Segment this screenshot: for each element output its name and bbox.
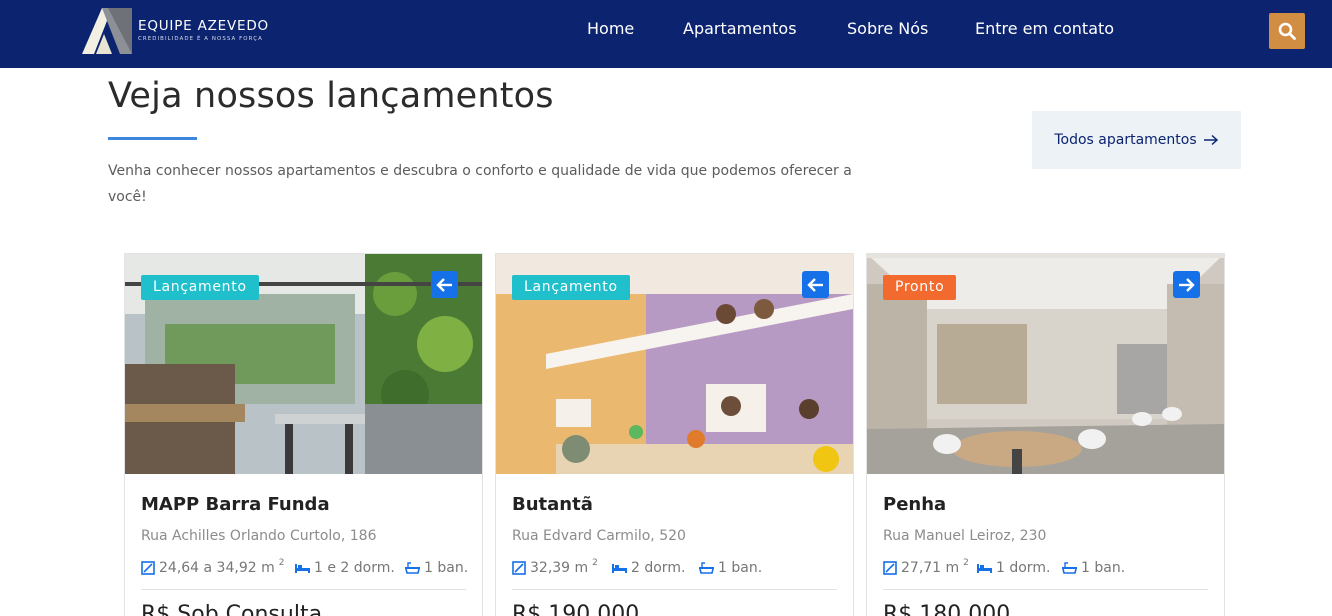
arrow-right-icon (1179, 277, 1195, 292)
search-button[interactable] (1269, 13, 1305, 49)
spec-rooms: 2 dorm. (612, 557, 685, 579)
logo-name: EQUIPE AZEVEDO (138, 18, 269, 34)
property-specs: 27,71 m2 1 dorm. 1 ban. (883, 557, 1213, 579)
all-apartments-button[interactable]: Todos apartamentos (1032, 111, 1241, 169)
property-photo[interactable]: Lançamento (125, 254, 482, 474)
property-photo[interactable]: Pronto (867, 254, 1224, 474)
spec-area: 24,64 a 34,92 m2 (141, 557, 284, 579)
bathtub-icon (699, 562, 714, 574)
all-apartments-label: Todos apartamentos (1054, 132, 1197, 148)
status-badge: Lançamento (512, 275, 630, 300)
logo-tagline: CREDIBILIDADE É A NOSSA FORÇA (138, 36, 263, 42)
property-name[interactable]: MAPP Barra Funda (141, 494, 330, 515)
logo-mark-icon (82, 8, 132, 54)
bed-icon (977, 564, 992, 573)
area-unit-sup: 2 (963, 558, 969, 568)
carousel-next-button[interactable] (1173, 271, 1200, 298)
property-card[interactable]: Lançamento Butantã Rua Edvard Carmilo, 5… (495, 253, 854, 616)
spec-baths: 1 ban. (699, 557, 762, 579)
property-photo[interactable]: Lançamento (496, 254, 853, 474)
bathtub-icon (405, 562, 420, 574)
property-specs: 32,39 m2 2 dorm. 1 ban. (512, 557, 842, 579)
property-address: Rua Manuel Leiroz, 230 (883, 528, 1047, 544)
rooms-value: 2 dorm. (631, 560, 686, 576)
property-price: R$ Sob Consulta (141, 602, 323, 616)
area-icon (883, 561, 897, 575)
spec-area: 27,71 m2 (883, 557, 969, 579)
property-specs: 24,64 a 34,92 m2 1 e 2 dorm. 1 ban. (141, 557, 471, 579)
carousel-prev-button[interactable] (431, 271, 458, 298)
site-header: EQUIPE AZEVEDO CREDIBILIDADE É A NOSSA F… (0, 0, 1332, 68)
baths-value: 1 ban. (424, 560, 469, 576)
spec-baths: 1 ban. (405, 557, 468, 579)
area-unit-sup: 2 (592, 558, 598, 568)
nav-contato[interactable]: Entre em contato (975, 19, 1114, 38)
logo[interactable]: EQUIPE AZEVEDO CREDIBILIDADE É A NOSSA F… (82, 6, 282, 56)
bed-icon (295, 564, 310, 573)
property-card[interactable]: Lançamento MAPP Barra Funda Rua Achilles… (124, 253, 483, 616)
property-address: Rua Achilles Orlando Curtolo, 186 (141, 528, 377, 544)
bed-icon (612, 564, 627, 573)
nav-sobre-nos[interactable]: Sobre Nós (847, 19, 928, 38)
spec-rooms: 1 e 2 dorm. (295, 557, 395, 579)
arrow-right-icon (1203, 134, 1218, 146)
area-unit-sup: 2 (278, 558, 285, 568)
arrow-left-icon (807, 277, 823, 292)
nav-apartamentos[interactable]: Apartamentos (683, 19, 797, 38)
area-icon (141, 561, 155, 575)
status-badge: Lançamento (141, 275, 259, 300)
area-value: 32,39 m (530, 560, 589, 576)
section-subtitle: Venha conhecer nossos apartamentos e des… (108, 163, 852, 205)
card-divider (512, 589, 837, 590)
area-value: 24,64 a 34,92 m (159, 560, 275, 576)
card-divider (883, 589, 1208, 590)
title-underline (108, 137, 197, 140)
spec-area: 32,39 m2 (512, 557, 598, 579)
property-price: R$ 190.000 (512, 602, 640, 616)
property-name[interactable]: Penha (883, 494, 946, 515)
baths-value: 1 ban. (718, 560, 763, 576)
property-price: R$ 180.000 (883, 602, 1011, 616)
search-icon (1278, 22, 1296, 40)
nav-home[interactable]: Home (587, 19, 634, 38)
spec-baths: 1 ban. (1062, 557, 1125, 579)
card-divider (141, 589, 466, 590)
arrow-left-icon (436, 277, 452, 292)
rooms-value: 1 dorm. (996, 560, 1051, 576)
bathtub-icon (1062, 562, 1077, 574)
spec-rooms: 1 dorm. (977, 557, 1050, 579)
property-address: Rua Edvard Carmilo, 520 (512, 528, 686, 544)
page-title: Veja nossos lançamentos (108, 76, 554, 116)
rooms-value: 1 e 2 dorm. (314, 560, 395, 576)
property-card[interactable]: Pronto Penha Rua Manuel Leiroz, 230 27,7… (866, 253, 1225, 616)
area-value: 27,71 m (901, 560, 960, 576)
area-icon (512, 561, 526, 575)
property-name[interactable]: Butantã (512, 494, 593, 515)
carousel-prev-button[interactable] (802, 271, 829, 298)
status-badge: Pronto (883, 275, 957, 300)
baths-value: 1 ban. (1081, 560, 1126, 576)
